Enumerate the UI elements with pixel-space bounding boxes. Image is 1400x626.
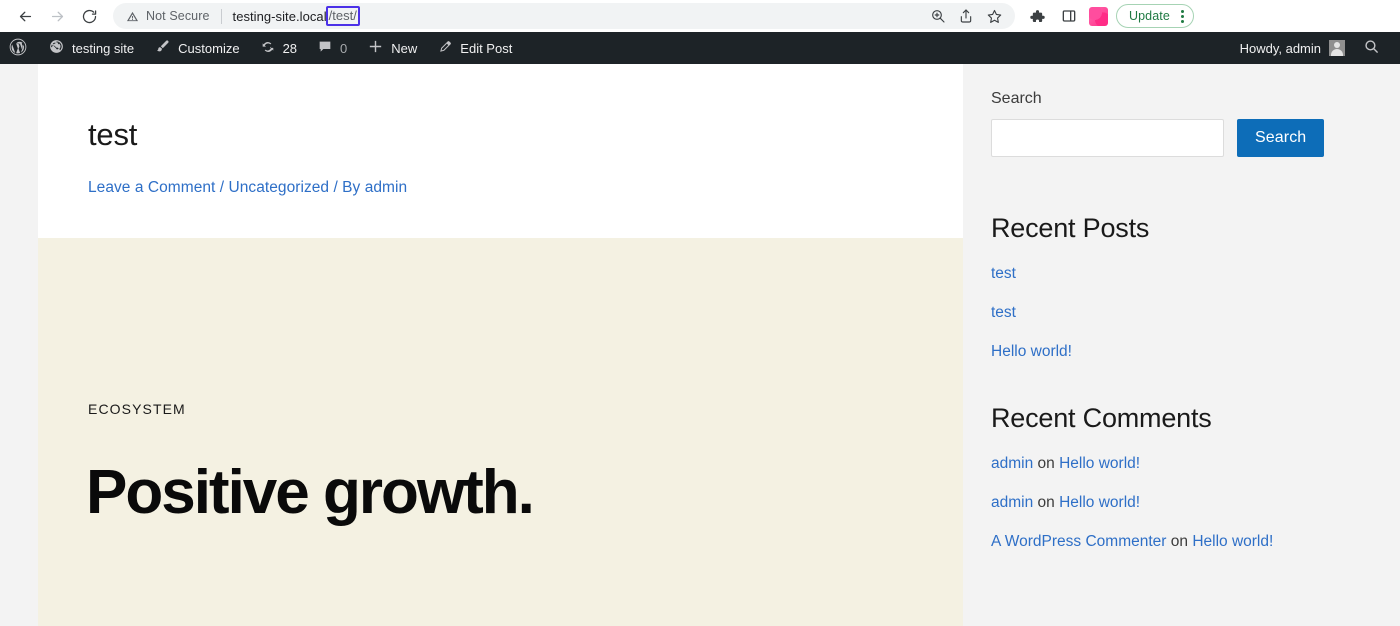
adminbar-account-menu[interactable]: Howdy, admin (1232, 40, 1353, 56)
leave-a-comment-link[interactable]: Leave a Comment (88, 179, 215, 196)
comment-post-link[interactable]: Hello world! (1059, 494, 1140, 511)
recent-post-link[interactable]: test (991, 265, 1016, 282)
adminbar-label: Customize (178, 40, 240, 56)
post-author: By admin (342, 179, 408, 197)
comment-author-link[interactable]: admin (991, 494, 1033, 511)
back-arrow-icon (17, 8, 34, 25)
reload-icon (81, 8, 98, 25)
recent-posts-widget: Recent Posts test test Hello world! (991, 213, 1360, 360)
list-item: admin on Hello world! (991, 494, 1360, 513)
side-panel-icon[interactable] (1057, 4, 1081, 28)
search-input[interactable] (991, 119, 1224, 157)
comment-on-word: on (1037, 494, 1055, 512)
main-content-column: test Leave a Comment / Uncategorized / B… (0, 64, 963, 626)
sidebar: Search Search Recent Posts test test Hel… (963, 64, 1400, 626)
url-path-selected: /test/ (325, 6, 360, 26)
zoom-icon[interactable] (925, 4, 951, 28)
address-bar[interactable]: Not Secure testing-site.local/test/ (113, 3, 1015, 29)
adminbar-item-updates[interactable]: 28 (250, 32, 307, 64)
comment-author-link[interactable]: admin (991, 455, 1033, 472)
wp-admin-bar: testing site Customize 28 0 New Edit Pos… (0, 32, 1400, 64)
browser-actions: Update (1025, 4, 1194, 28)
page-body: test Leave a Comment / Uncategorized / B… (0, 64, 1400, 626)
list-item: test (991, 304, 1360, 322)
wordpress-logo-icon (8, 37, 28, 60)
comment-bubble-icon (317, 39, 333, 58)
search-form: Search (991, 119, 1360, 157)
search-submit-button[interactable]: Search (1237, 119, 1325, 157)
share-icon[interactable] (953, 4, 979, 28)
hero-block: ECOSYSTEM Positive growth. (38, 238, 963, 626)
not-secure-warning-icon (126, 10, 139, 23)
hero-heading: Positive growth. (86, 458, 535, 527)
wp-logo-button[interactable] (0, 32, 38, 64)
article-header: test Leave a Comment / Uncategorized / B… (38, 64, 963, 238)
profile-avatar-icon[interactable] (1089, 6, 1108, 26)
search-label: Search (991, 90, 1042, 107)
adminbar-label: testing site (72, 40, 135, 56)
list-item: A WordPress Commenter on Hello world! (991, 533, 1360, 552)
recent-posts-title: Recent Posts (991, 213, 1150, 243)
post-meta: Leave a Comment / Uncategorized / By adm… (88, 179, 913, 197)
forward-button[interactable] (42, 3, 72, 29)
adminbar-search-button[interactable] (1353, 38, 1392, 58)
recent-post-link[interactable]: Hello world! (991, 343, 1072, 360)
adminbar-item-edit-post[interactable]: Edit Post (427, 32, 522, 64)
adminbar-item-site-name[interactable]: testing site (38, 32, 144, 64)
list-item: Hello world! (991, 343, 1360, 361)
user-avatar-icon (1329, 40, 1345, 56)
meta-separator: / (329, 179, 343, 197)
recent-comments-title: Recent Comments (991, 403, 1212, 434)
back-button[interactable] (10, 3, 40, 29)
url-text[interactable]: testing-site.local/test/ (233, 6, 360, 26)
adminbar-update-count: 28 (282, 40, 298, 56)
page-title: test (88, 117, 138, 152)
comment-post-link[interactable]: Hello world! (1059, 455, 1140, 472)
adminbar-item-customize[interactable]: Customize (144, 32, 249, 64)
browser-toolbar: Not Secure testing-site.local/test/ Upda… (0, 0, 1400, 32)
url-host: testing-site.local (232, 8, 327, 24)
category-link[interactable]: Uncategorized (228, 179, 329, 196)
pencil-icon (437, 39, 453, 58)
adminbar-label: Edit Post (460, 40, 513, 56)
omnibox-actions (925, 4, 1007, 28)
not-secure-label: Not Secure (146, 9, 210, 23)
dashboard-speedometer-icon (48, 38, 65, 58)
comment-on-word: on (1037, 455, 1055, 473)
comment-post-link[interactable]: Hello world! (1192, 533, 1273, 550)
search-widget: Search Search (991, 90, 1360, 157)
kebab-menu-icon[interactable] (1178, 9, 1187, 23)
hero-eyebrow: ECOSYSTEM (88, 401, 186, 417)
search-icon (1363, 38, 1380, 58)
meta-separator: / (215, 179, 229, 197)
update-button[interactable]: Update (1116, 4, 1194, 28)
forward-arrow-icon (49, 8, 66, 25)
navigation-buttons (10, 3, 104, 29)
recent-posts-list: test test Hello world! (991, 265, 1360, 360)
adminbar-right: Howdy, admin (1232, 38, 1400, 58)
recent-comments-widget: Recent Comments admin on Hello world! ad… (991, 403, 1360, 551)
adminbar-item-new[interactable]: New (357, 32, 427, 64)
comment-on-word: on (1170, 532, 1188, 550)
reload-button[interactable] (74, 3, 104, 29)
plus-icon (367, 38, 384, 58)
paintbrush-icon (154, 38, 171, 58)
adminbar-comment-count: 0 (340, 40, 348, 56)
adminbar-label: New (391, 40, 418, 56)
update-label: Update (1129, 9, 1170, 23)
recent-comments-list: admin on Hello world! admin on Hello wor… (991, 455, 1360, 551)
list-item: test (991, 265, 1360, 283)
comment-author-link[interactable]: A WordPress Commenter (991, 533, 1166, 550)
extensions-puzzle-icon[interactable] (1025, 4, 1049, 28)
bookmark-star-icon[interactable] (981, 4, 1007, 28)
adminbar-item-comments[interactable]: 0 (307, 32, 357, 64)
recent-post-link[interactable]: test (991, 304, 1016, 321)
update-arrows-icon (260, 39, 276, 58)
list-item: admin on Hello world! (991, 455, 1360, 474)
howdy-label: Howdy, admin (1239, 40, 1321, 56)
omnibox-divider (220, 8, 222, 24)
